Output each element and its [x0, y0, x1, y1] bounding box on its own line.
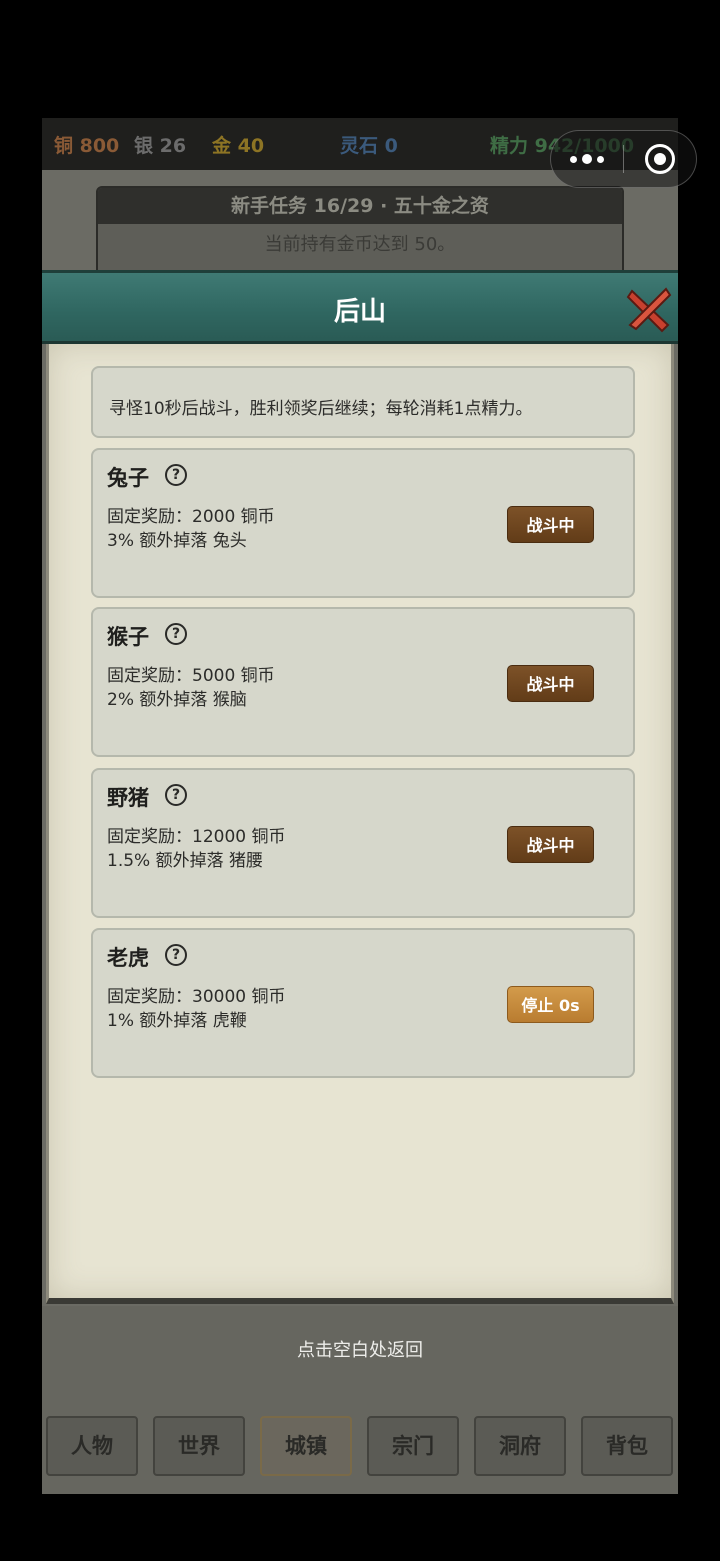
monster-card-boar: 野猪 ? 固定奖励：12000 铜币 1.5% 额外掉落 猪腰 战斗中	[91, 768, 635, 918]
game-screen: 铜 800 银 26 金 40 灵石 0 精力 942/1000 新手任务 16…	[42, 118, 678, 1494]
area-description: 寻怪10秒后战斗，胜利领奖后继续；每轮消耗1点精力。	[91, 366, 635, 438]
help-icon[interactable]: ?	[165, 464, 187, 486]
monster-name: 兔子	[107, 466, 149, 490]
monster-drop: 1% 额外掉落 虎鞭	[107, 1011, 247, 1031]
spirit-stone-amount: 灵石 0	[340, 135, 398, 157]
modal-header: 后山	[42, 270, 678, 344]
task-description: 当前持有金币达到 50。	[264, 234, 456, 255]
miniprogram-capsule	[550, 130, 697, 188]
monster-card-monkey: 猴子 ? 固定奖励：5000 铜币 2% 额外掉落 猴脑 战斗中	[91, 607, 635, 757]
monster-drop: 2% 额外掉落 猴脑	[107, 690, 247, 710]
bottom-nav: 人物 世界 城镇 宗门 洞府 背包	[46, 1416, 676, 1476]
close-icon[interactable]	[624, 285, 674, 335]
help-icon[interactable]: ?	[165, 784, 187, 806]
more-menu-icon[interactable]	[551, 154, 623, 164]
monster-reward: 固定奖励：2000 铜币	[107, 507, 275, 527]
monster-card-tiger: 老虎 ? 固定奖励：30000 铜币 1% 额外掉落 虎鞭 停止 0s	[91, 928, 635, 1078]
nav-town[interactable]: 城镇	[260, 1416, 352, 1476]
help-icon[interactable]: ?	[165, 944, 187, 966]
modal-title: 后山	[333, 297, 386, 327]
monster-name: 猴子	[107, 625, 149, 649]
monster-name: 老虎	[107, 946, 149, 970]
monster-reward: 固定奖励：30000 铜币	[107, 987, 286, 1007]
fight-status-button[interactable]: 战斗中	[507, 665, 594, 702]
copper-amount: 铜 800	[54, 135, 120, 157]
monster-drop: 1.5% 额外掉落 猪腰	[107, 851, 263, 871]
nav-sect[interactable]: 宗门	[367, 1416, 459, 1476]
fight-status-button[interactable]: 战斗中	[507, 826, 594, 863]
help-icon[interactable]: ?	[165, 623, 187, 645]
nav-world[interactable]: 世界	[153, 1416, 245, 1476]
tap-to-return-hint[interactable]: 点击空白处返回	[42, 1336, 678, 1362]
exit-miniprogram-button[interactable]	[624, 144, 696, 174]
monster-drop: 3% 额外掉落 兔头	[107, 531, 247, 551]
monster-name: 野猪	[107, 786, 149, 810]
modal-panel: 寻怪10秒后战斗，胜利领奖后继续；每轮消耗1点精力。 兔子 ? 固定奖励：200…	[46, 344, 674, 1304]
nav-backpack[interactable]: 背包	[581, 1416, 673, 1476]
silver-amount: 银 26	[134, 135, 187, 157]
stop-countdown-button[interactable]: 停止 0s	[507, 986, 594, 1023]
monster-reward: 固定奖励：12000 铜币	[107, 827, 286, 847]
task-title: 新手任务 16/29 · 五十金之资	[98, 188, 622, 224]
nav-character[interactable]: 人物	[46, 1416, 138, 1476]
monster-reward: 固定奖励：5000 铜币	[107, 666, 275, 686]
fight-status-button[interactable]: 战斗中	[507, 506, 594, 543]
gold-amount: 金 40	[212, 135, 265, 157]
record-close-icon	[644, 144, 675, 174]
monster-card-rabbit: 兔子 ? 固定奖励：2000 铜币 3% 额外掉落 兔头 战斗中	[91, 448, 635, 598]
nav-cave-dwelling[interactable]: 洞府	[474, 1416, 566, 1476]
